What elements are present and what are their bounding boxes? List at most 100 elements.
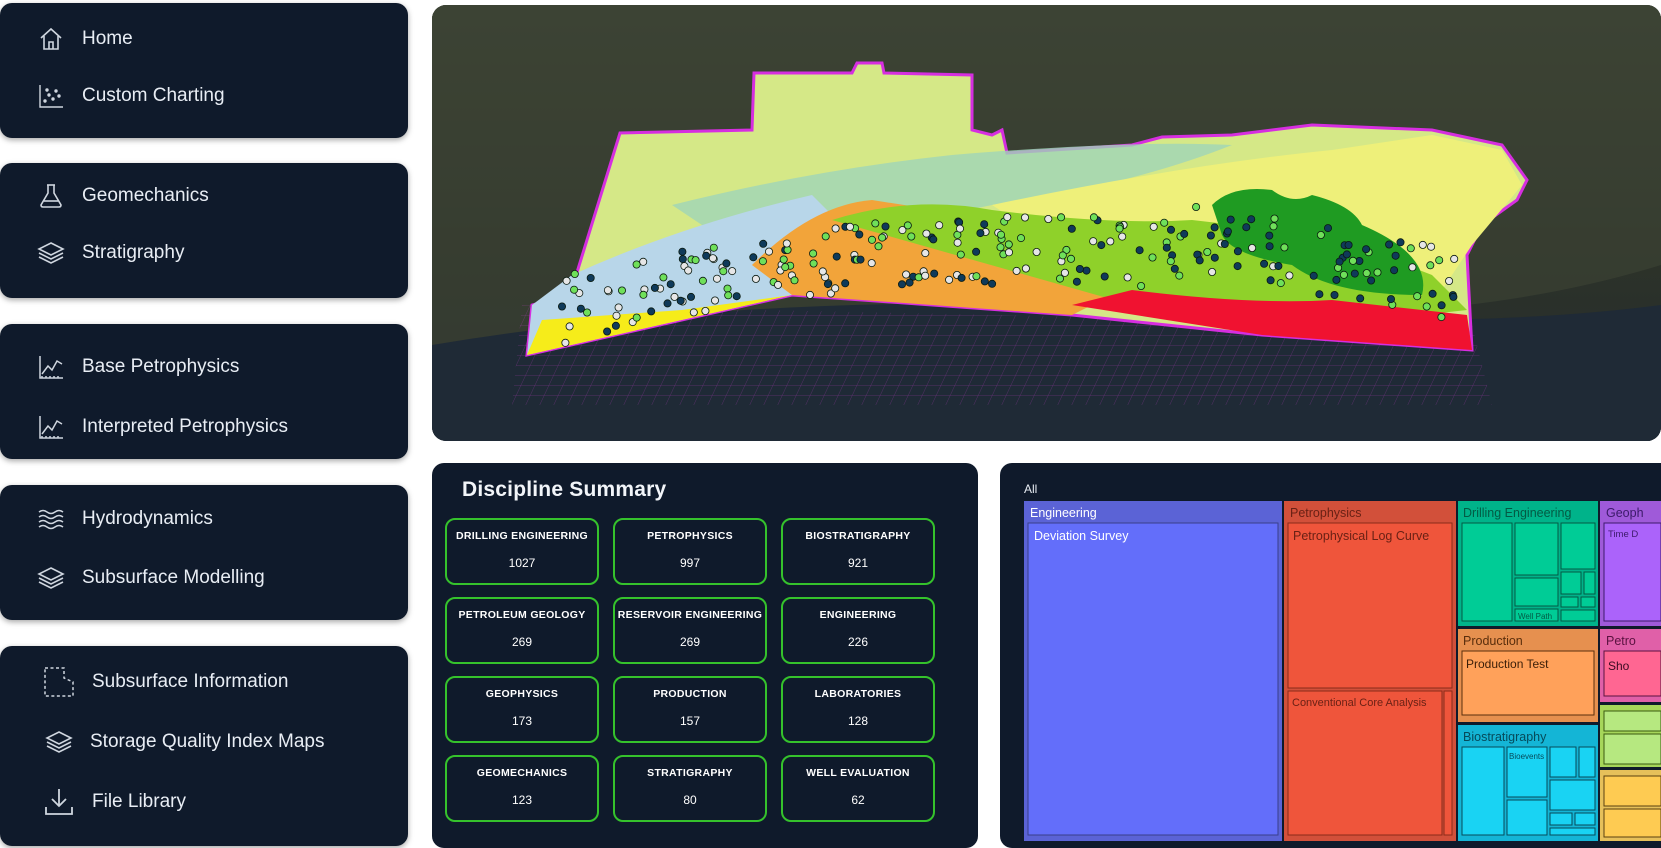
well-marker[interactable] [663,299,672,308]
well-marker[interactable] [1170,264,1179,273]
well-marker[interactable] [1427,242,1436,251]
well-marker[interactable] [1335,257,1344,266]
well-marker[interactable] [1118,232,1127,241]
well-marker[interactable] [790,276,799,285]
well-marker[interactable] [1260,259,1269,268]
well-marker[interactable] [612,311,621,320]
well-marker[interactable] [1233,247,1242,256]
well-marker[interactable] [698,276,707,285]
well-marker[interactable] [1166,257,1175,266]
well-marker[interactable] [1342,250,1351,259]
well-marker[interactable] [1280,243,1289,252]
well-marker[interactable] [758,257,767,266]
treemap-group-drilling-engineering[interactable]: Drilling Engineering Well Path [1458,501,1598,626]
well-marker[interactable] [1350,269,1359,278]
well-marker[interactable] [1408,263,1417,272]
treemap-group-other[interactable] [1600,705,1661,841]
well-marker[interactable] [1285,271,1294,280]
well-marker[interactable] [1315,290,1324,299]
treemap-group-petro[interactable]: Petro Sho [1600,629,1661,702]
well-marker[interactable] [1242,223,1251,232]
well-marker[interactable] [686,292,695,301]
well-marker[interactable] [905,278,914,287]
well-marker[interactable] [603,327,612,336]
well-marker[interactable] [1097,241,1106,250]
well-marker[interactable] [845,222,854,231]
well-marker[interactable] [1362,245,1371,254]
treemap-tile[interactable] [1443,690,1453,836]
nav-item-hydrodynamics[interactable]: Hydrodynamics [36,503,213,535]
well-marker[interactable] [1180,229,1189,238]
treemap-tile-conventional-core-analysis[interactable] [1287,690,1443,836]
well-marker[interactable] [764,247,773,256]
well-marker[interactable] [782,239,791,248]
well-marker[interactable] [856,255,865,264]
discipline-card-well-evaluation[interactable]: WELL EVALUATION 62 [781,755,935,822]
well-marker[interactable] [881,222,890,231]
well-marker[interactable] [1021,213,1030,222]
well-marker[interactable] [1100,272,1109,281]
well-marker[interactable] [684,266,693,275]
well-marker[interactable] [1265,231,1274,240]
well-marker[interactable] [678,247,687,256]
well-marker[interactable] [691,256,700,265]
well-marker[interactable] [980,277,989,286]
well-marker[interactable] [773,280,782,289]
well-marker[interactable] [1385,240,1394,249]
well-marker[interactable] [996,243,1005,252]
well-marker[interactable] [921,271,930,280]
well-marker[interactable] [805,290,814,299]
well-marker[interactable] [779,255,788,264]
well-marker[interactable] [1203,247,1212,256]
well-marker[interactable] [809,249,818,258]
well-marker[interactable] [1437,313,1446,322]
well-marker[interactable] [1115,224,1124,233]
well-marker[interactable] [1391,251,1400,260]
well-marker[interactable] [1445,276,1454,285]
well-marker[interactable] [930,269,939,278]
well-marker[interactable] [1426,261,1435,270]
well-marker[interactable] [1195,256,1204,265]
well-marker[interactable] [1356,294,1365,303]
well-marker[interactable] [823,280,832,289]
well-marker[interactable] [874,242,883,251]
nav-item-base-petrophysics[interactable]: Base Petrophysics [36,351,239,383]
discipline-card-petrophysics[interactable]: PETROPHYSICS 997 [613,518,767,585]
treemap-root-label[interactable]: All [1024,482,1037,496]
well-marker[interactable] [897,280,906,289]
treemap-group-petrophysics[interactable]: Petrophysics Petrophysical Log Curve Con… [1284,501,1456,841]
well-marker[interactable] [980,220,989,229]
well-marker[interactable] [1367,276,1376,285]
well-marker[interactable] [1266,276,1275,285]
well-marker[interactable] [832,252,841,261]
discipline-card-production[interactable]: PRODUCTION 157 [613,676,767,743]
well-marker[interactable] [1089,213,1098,222]
well-marker[interactable] [997,230,1006,239]
well-marker[interactable] [1162,243,1171,252]
treemap-tile-petrophysical-log-curve[interactable] [1287,522,1453,689]
well-marker[interactable] [1362,269,1371,278]
well-marker[interactable] [558,302,567,311]
well-marker[interactable] [611,321,620,330]
well-marker[interactable] [1269,222,1278,231]
treemap-group-engineering[interactable]: Engineering Deviation Survey [1024,501,1282,841]
discipline-card-stratigraphy[interactable]: STRATIGRAPHY 80 [613,755,767,822]
well-marker[interactable] [988,279,997,288]
well-marker[interactable] [831,284,840,293]
well-marker[interactable] [841,279,850,288]
well-marker[interactable] [953,238,962,247]
well-marker[interactable] [878,233,887,242]
well-marker[interactable] [1344,240,1353,249]
well-marker[interactable] [1175,271,1184,280]
well-marker[interactable] [914,273,923,282]
well-marker[interactable] [957,273,966,282]
well-marker[interactable] [1324,224,1333,233]
well-marker[interactable] [709,243,718,252]
well-marker[interactable] [1005,248,1014,257]
well-marker[interactable] [1330,290,1339,299]
well-marker[interactable] [935,221,944,230]
region-map[interactable] [432,5,1661,441]
well-marker[interactable] [1067,224,1076,233]
well-marker[interactable] [759,239,768,248]
well-marker[interactable] [1206,231,1215,240]
